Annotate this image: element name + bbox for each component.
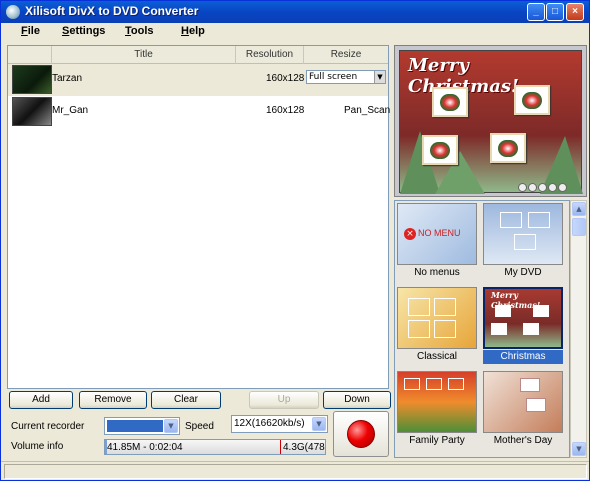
volume-total-text: 4.3G(478 — [283, 442, 325, 453]
row-resolution: 160x128 — [266, 105, 305, 116]
template-thumbnail: Merry Christmas! — [483, 287, 563, 349]
template-caption: Christmas — [483, 350, 563, 364]
status-pane — [4, 464, 587, 479]
column-resolution[interactable]: Resolution — [236, 46, 304, 64]
volume-used-text: 41.85M - 0:02:04 — [107, 442, 183, 453]
current-recorder-value — [107, 420, 163, 432]
template-thumbnail — [483, 203, 563, 265]
speed-select[interactable]: 12X(16620kb/s) ▼ — [231, 415, 328, 433]
menu-bar: File Settings Tools Help — [1, 23, 589, 41]
column-thumb — [8, 46, 52, 64]
menu-file[interactable]: File — [21, 25, 40, 37]
down-button[interactable]: Down — [323, 391, 391, 409]
title-bar[interactable]: Xilisoft DivX to DVD Converter _ □ × — [1, 1, 589, 23]
chevron-down-icon[interactable]: ▼ — [164, 419, 178, 433]
close-icon: × — [404, 228, 416, 240]
template-my-dvd[interactable]: My DVD — [483, 203, 563, 281]
column-resize[interactable]: Resize — [304, 46, 388, 64]
list-header: Title Resolution Resize — [8, 46, 388, 64]
chevron-down-icon[interactable]: ▼ — [374, 71, 385, 83]
preview-chapter-thumb — [514, 85, 550, 115]
template-classical[interactable]: Classical — [397, 287, 477, 365]
current-recorder-select[interactable]: ▼ — [104, 417, 180, 435]
scroll-thumb[interactable] — [572, 218, 586, 236]
row-resize: Pan_Scan — [344, 105, 391, 116]
preview-chapter-thumb — [432, 87, 468, 117]
row-title: Tarzan — [52, 73, 83, 84]
template-text: NO MENU — [418, 228, 461, 238]
close-button[interactable]: × — [566, 3, 584, 21]
menu-help[interactable]: Help — [181, 25, 205, 37]
chevron-down-icon[interactable]: ▼ — [312, 417, 326, 431]
volume-bar: 41.85M - 0:02:04 4.3G(478 — [104, 439, 326, 455]
template-caption: No menus — [414, 267, 460, 278]
column-title[interactable]: Title — [52, 46, 236, 64]
app-window: Xilisoft DivX to DVD Converter _ □ × Fil… — [0, 0, 590, 481]
menu-preview: Merry Christmas! — [394, 45, 587, 197]
preview-chapter-thumb — [422, 135, 458, 165]
window-title: Xilisoft DivX to DVD Converter — [25, 4, 199, 18]
template-thumbnail — [397, 287, 477, 349]
preview-image: Merry Christmas! — [399, 50, 583, 195]
template-caption: My DVD — [504, 267, 542, 278]
resize-select[interactable]: Full screen ▼ — [306, 70, 386, 84]
record-button[interactable] — [333, 411, 389, 457]
template-thumbnail — [397, 371, 477, 433]
minimize-button[interactable]: _ — [527, 3, 545, 21]
clear-button[interactable]: Clear — [151, 391, 221, 409]
up-button[interactable]: Up — [249, 391, 319, 409]
resize-select-value: Full screen — [309, 72, 358, 82]
scroll-down-button[interactable]: ▼ — [572, 442, 586, 456]
file-list[interactable]: Title Resolution Resize Tarzan 160x128 F… — [7, 45, 391, 389]
record-icon — [347, 420, 375, 448]
add-button[interactable]: Add — [9, 391, 73, 409]
maximize-button[interactable]: □ — [546, 3, 564, 21]
template-christmas[interactable]: Merry Christmas! Christmas — [483, 287, 563, 365]
speed-label: Speed — [185, 421, 214, 432]
preview-chapter-thumb — [490, 133, 526, 163]
template-thumbnail — [483, 371, 563, 433]
video-thumbnail — [12, 97, 52, 126]
current-recorder-label: Current recorder — [11, 421, 85, 432]
scroll-up-button[interactable]: ▲ — [572, 202, 586, 216]
preview-nav-buttons — [518, 183, 568, 195]
template-gallery[interactable]: × NO MENU No menus My DVD Classical Merr… — [394, 200, 570, 458]
status-bar — [1, 461, 589, 480]
app-icon — [6, 5, 20, 19]
template-thumbnail: × NO MENU — [397, 203, 477, 265]
template-caption: Mother's Day — [493, 435, 553, 446]
volume-capacity-marker — [280, 440, 281, 454]
video-thumbnail — [12, 65, 52, 94]
menu-settings[interactable]: Settings — [62, 25, 105, 37]
gallery-scrollbar[interactable]: ▲ ▼ — [570, 200, 587, 458]
remove-button[interactable]: Remove — [79, 391, 147, 409]
template-mothers-day[interactable]: Mother's Day — [483, 371, 563, 449]
template-no-menus[interactable]: × NO MENU No menus — [397, 203, 477, 281]
menu-tools[interactable]: Tools — [125, 25, 154, 37]
table-row[interactable]: Mr_Gan 160x128 Pan_Scan — [8, 96, 391, 128]
speed-value: 12X(16620kb/s) — [234, 418, 305, 429]
row-title: Mr_Gan — [52, 105, 89, 116]
template-caption: Family Party — [409, 435, 465, 446]
template-family-party[interactable]: Family Party — [397, 371, 477, 449]
template-caption: Classical — [416, 351, 457, 362]
row-resolution: 160x128 — [266, 73, 305, 84]
volume-info-label: Volume info — [11, 441, 64, 452]
